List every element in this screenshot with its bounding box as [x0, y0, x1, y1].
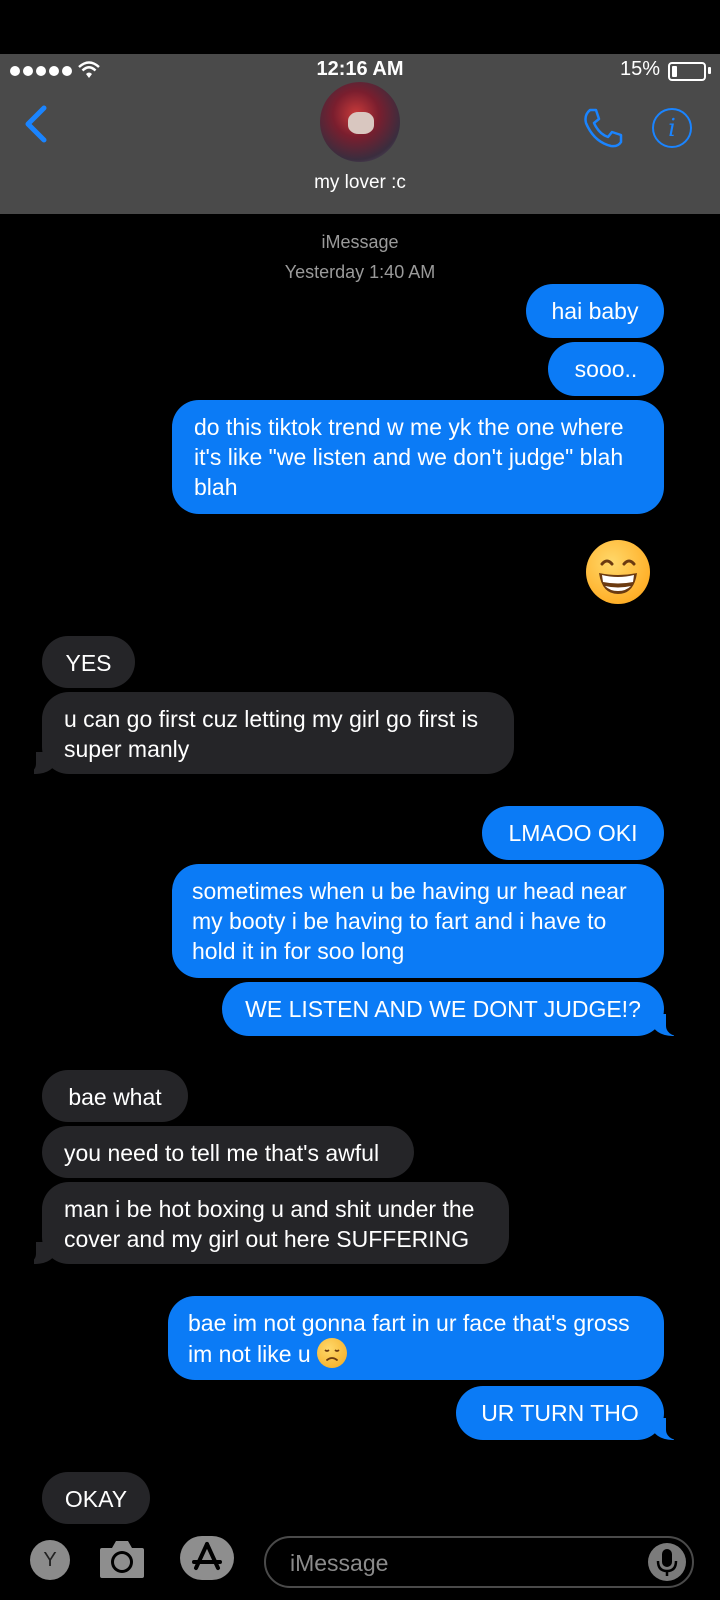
message-received[interactable]: YES — [42, 636, 135, 688]
disappointed-face-emoji-icon — [317, 1338, 348, 1368]
conversation-timestamp: Yesterday 1:40 AM — [284, 262, 436, 282]
message-sent[interactable]: sooo.. — [548, 342, 664, 396]
profile-icon[interactable]: Y — [30, 1540, 70, 1580]
message-received[interactable]: bae what — [42, 1070, 188, 1122]
battery-percentage: 15% — [619, 58, 660, 80]
message-received[interactable]: u can go first cuz letting my girl go fi… — [42, 692, 514, 774]
contact-avatar[interactable] — [320, 82, 400, 162]
message-sent[interactable]: hai baby — [526, 284, 664, 338]
battery-icon — [668, 62, 706, 81]
message-sent[interactable]: sometimes when u be having ur head near … — [172, 864, 664, 978]
grinning-face-emoji-icon[interactable] — [586, 540, 650, 604]
message-received[interactable]: man i be hot boxing u and shit under the… — [42, 1182, 509, 1264]
message-sent[interactable]: bae im not gonna fart in ur face that's … — [168, 1296, 664, 1380]
status-time: 12:16 AM — [316, 58, 404, 80]
message-sent[interactable]: WE LISTEN AND WE DONT JUDGE!? — [222, 982, 664, 1036]
back-chevron-icon[interactable] — [20, 104, 50, 144]
message-input[interactable]: iMessage — [264, 1536, 694, 1588]
phone-call-icon[interactable] — [580, 106, 624, 150]
compose-bar: Y iMessage — [0, 1524, 720, 1600]
conversation-header: 12:16 AM 15% my lover :c i — [0, 54, 720, 214]
message-sent[interactable]: UR TURN THO — [456, 1386, 664, 1440]
info-icon[interactable]: i — [652, 108, 692, 148]
app-store-icon[interactable] — [180, 1536, 234, 1580]
input-placeholder: iMessage — [290, 1550, 389, 1576]
message-sent[interactable]: LMAOO OKI — [482, 806, 664, 860]
message-received[interactable]: you need to tell me that's awful — [42, 1126, 414, 1178]
contact-name[interactable]: my lover :c — [0, 172, 720, 194]
microphone-icon[interactable] — [648, 1543, 686, 1581]
service-label: iMessage — [321, 232, 399, 252]
message-received[interactable]: OKAY — [42, 1472, 150, 1524]
camera-icon[interactable] — [98, 1538, 146, 1580]
message-sent[interactable]: do this tiktok trend w me yk the one whe… — [172, 400, 664, 514]
message-text: bae im not gonna fart in ur face that's … — [188, 1310, 630, 1367]
